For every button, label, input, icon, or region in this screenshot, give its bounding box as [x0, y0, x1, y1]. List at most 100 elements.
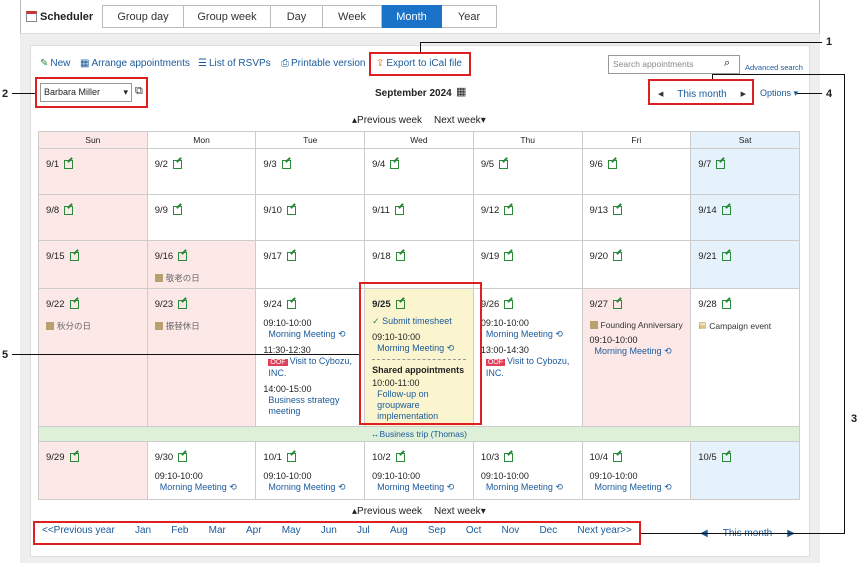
day-cell[interactable]: 9/9	[146, 194, 257, 241]
day-cell[interactable]: 9/27 Founding Anniversary 09:10-10:00 Mor…	[581, 288, 692, 427]
repeat-icon: ⟲	[664, 482, 672, 492]
appointment[interactable]: 09:10-10:00 Morning Meeting ⟲	[263, 471, 357, 493]
add-event-icon[interactable]	[69, 251, 79, 261]
add-event-icon[interactable]	[504, 251, 514, 261]
banner-event[interactable]: ↔Business trip (Thomas)	[39, 427, 799, 441]
add-event-icon[interactable]	[64, 159, 74, 169]
tab-week[interactable]: Week	[323, 5, 382, 28]
appointment[interactable]: 09:10-10:00 Morning Meeting ⟲	[155, 471, 249, 493]
add-event-icon[interactable]	[721, 299, 731, 309]
add-event-icon[interactable]	[286, 452, 296, 462]
add-event-icon[interactable]	[613, 452, 623, 462]
day-cell[interactable]: 9/8	[38, 194, 148, 241]
day-cell[interactable]: 9/2	[146, 148, 257, 195]
add-event-icon[interactable]	[607, 159, 617, 169]
search-input[interactable]: Search appointments	[608, 55, 740, 74]
day-cell[interactable]: 9/6	[581, 148, 692, 195]
add-event-icon[interactable]	[721, 251, 731, 261]
appointment[interactable]: 09:10-10:00 Morning Meeting ⟲	[481, 471, 575, 493]
appointment[interactable]: 09:10-10:00 Morning Meeting ⟲	[372, 471, 466, 493]
previous-week-link[interactable]: ▴Previous week	[352, 115, 422, 126]
day-cell[interactable]: 9/14	[690, 194, 800, 241]
tab-group-week[interactable]: Group week	[184, 5, 271, 28]
search-icon[interactable]: ⌕	[724, 57, 730, 70]
tab-year[interactable]: Year	[442, 5, 497, 28]
new-button[interactable]: ✎ New	[40, 58, 70, 69]
day-cell[interactable]: 9/24 09:10-10:00 Morning Meeting ⟲ 11:30-…	[255, 288, 366, 427]
day-cell[interactable]: 10/1 09:10-10:00 Morning Meeting ⟲	[255, 441, 366, 500]
event-label[interactable]: ▤ Campaign event	[698, 320, 792, 331]
advanced-search-link[interactable]: Advanced search	[745, 63, 803, 72]
tab-group-day[interactable]: Group day	[102, 5, 184, 28]
day-cell[interactable]: 9/13	[581, 194, 692, 241]
appointment[interactable]: 09:10-10:00 Morning Meeting ⟲	[590, 335, 684, 357]
add-event-icon[interactable]	[395, 452, 405, 462]
day-cell[interactable]: 9/21	[690, 240, 800, 289]
day-cell[interactable]: 9/29	[38, 441, 148, 500]
add-event-icon[interactable]	[613, 205, 623, 215]
add-event-icon[interactable]	[172, 205, 182, 215]
tab-day[interactable]: Day	[271, 5, 323, 28]
add-event-icon[interactable]	[286, 205, 296, 215]
add-event-icon[interactable]	[613, 299, 623, 309]
add-event-icon[interactable]	[716, 159, 726, 169]
appointment[interactable]: 14:00-15:00 Business strategy meeting	[263, 384, 357, 417]
tab-month[interactable]: Month	[382, 5, 442, 28]
appointment[interactable]: 13:00-14:30 OOF Visit to Cybozu, INC.	[481, 345, 575, 379]
day-cell[interactable]: 9/17	[255, 240, 366, 289]
day-cell[interactable]: 9/11	[364, 194, 474, 241]
day-cell[interactable]: 9/12	[472, 194, 583, 241]
day-cell[interactable]: 9/28 ▤ Campaign event	[690, 288, 800, 427]
arrange-appointments-button[interactable]: ▦ Arrange appointments	[80, 58, 190, 69]
printable-version-button[interactable]: ⎙ Printable version	[281, 58, 365, 69]
add-event-icon[interactable]	[172, 159, 182, 169]
add-event-icon[interactable]	[395, 251, 405, 261]
appointment[interactable]: 09:10-10:00 Morning Meeting ⟲	[481, 318, 575, 340]
day-cell[interactable]: 9/3	[255, 148, 366, 195]
add-event-icon[interactable]	[504, 205, 514, 215]
add-event-icon[interactable]	[504, 452, 514, 462]
add-event-icon[interactable]	[286, 299, 296, 309]
add-event-icon[interactable]	[499, 159, 509, 169]
add-event-icon[interactable]	[613, 251, 623, 261]
appointment[interactable]: 11:30-12:30 OOF Visit to Cybozu, INC.	[263, 345, 357, 379]
add-event-icon[interactable]	[178, 299, 188, 309]
add-event-icon[interactable]	[64, 205, 74, 215]
day-cell[interactable]: 9/26 09:10-10:00 Morning Meeting ⟲ 13:00-…	[472, 288, 583, 427]
day-cell[interactable]: 9/20	[581, 240, 692, 289]
day-cell[interactable]: 10/4 09:10-10:00 Morning Meeting ⟲	[581, 441, 692, 500]
day-cell[interactable]: 9/10	[255, 194, 366, 241]
appointment[interactable]: 09:10-10:00 Morning Meeting ⟲	[263, 318, 357, 340]
day-cell[interactable]: 9/4	[364, 148, 474, 195]
day-cell[interactable]: 10/2 09:10-10:00 Morning Meeting ⟲	[364, 441, 474, 500]
add-event-icon[interactable]	[721, 452, 731, 462]
add-event-icon[interactable]	[69, 452, 79, 462]
day-cell[interactable]: 9/1	[38, 148, 148, 195]
add-event-icon[interactable]	[69, 299, 79, 309]
add-event-icon[interactable]	[178, 452, 188, 462]
appointment[interactable]: 09:10-10:00 Morning Meeting ⟲	[590, 471, 684, 493]
add-event-icon[interactable]	[286, 251, 296, 261]
day-cell[interactable]: 10/3 09:10-10:00 Morning Meeting ⟲	[472, 441, 583, 500]
add-event-icon[interactable]	[178, 251, 188, 261]
next-week-link[interactable]: Next week▾	[434, 115, 486, 126]
add-event-icon[interactable]	[394, 205, 404, 215]
day-cell[interactable]: 9/23 振替休日	[146, 288, 257, 427]
options-menu[interactable]: Options ▾	[760, 88, 798, 99]
rsvp-list-button[interactable]: ☰ List of RSVPs	[198, 58, 271, 69]
add-event-icon[interactable]	[390, 159, 400, 169]
next-week-link[interactable]: Next week▾	[434, 506, 486, 517]
day-cell[interactable]: 9/16 敬老の日	[146, 240, 257, 289]
day-cell[interactable]: 9/19	[472, 240, 583, 289]
day-cell[interactable]: 9/22 秋分の日	[38, 288, 148, 427]
add-event-icon[interactable]	[721, 205, 731, 215]
day-cell[interactable]: 10/5	[690, 441, 800, 500]
calendar-picker-icon[interactable]: ▦	[456, 85, 466, 98]
day-cell[interactable]: 9/30 09:10-10:00 Morning Meeting ⟲	[146, 441, 257, 500]
previous-week-link[interactable]: ▴Previous week	[352, 506, 422, 517]
add-event-icon[interactable]	[504, 299, 514, 309]
day-cell[interactable]: 9/5	[472, 148, 583, 195]
day-cell[interactable]: 9/15	[38, 240, 148, 289]
day-cell[interactable]: 9/7	[690, 148, 800, 195]
add-event-icon[interactable]	[281, 159, 291, 169]
